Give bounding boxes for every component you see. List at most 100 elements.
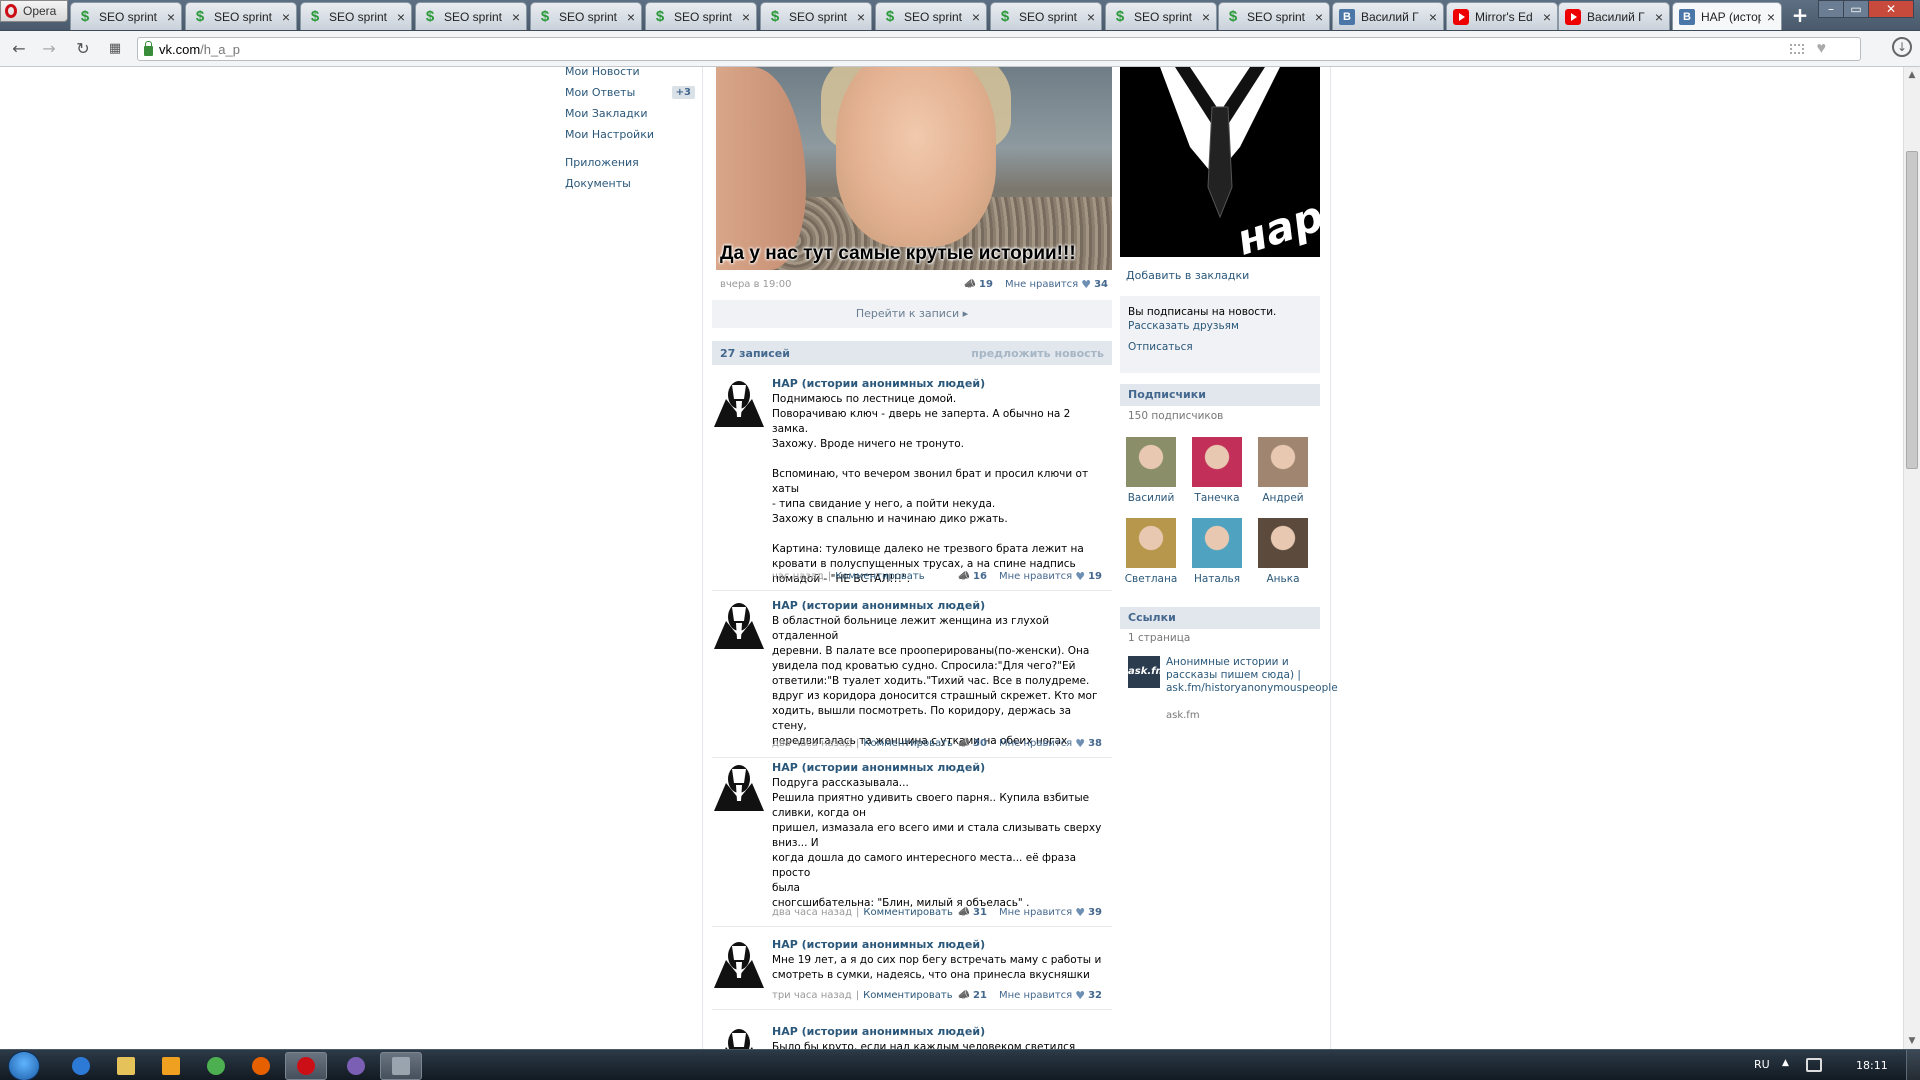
taskbar-ie[interactable] <box>60 1052 102 1080</box>
close-tab-icon[interactable]: × <box>1655 9 1663 25</box>
follower-photo[interactable] <box>1126 518 1176 568</box>
add-bookmark-link[interactable]: Добавить в закладки <box>1126 269 1249 282</box>
vertical-scrollbar[interactable]: ▲ ▼ <box>1903 67 1920 1049</box>
post-author[interactable]: НАР (истории анонимных людей) <box>772 761 985 774</box>
comment-link[interactable]: Комментировать <box>863 738 953 749</box>
follower-name[interactable]: Светлана <box>1124 573 1178 585</box>
maximize-button[interactable]: ▭ <box>1843 0 1869 18</box>
close-window-button[interactable]: ✕ <box>1868 0 1914 18</box>
like-button[interactable]: Мне нравится ♥ 39 <box>999 906 1102 919</box>
close-tab-icon[interactable]: × <box>1429 9 1437 25</box>
taskbar-firefox[interactable] <box>240 1052 282 1080</box>
author-avatar[interactable] <box>714 599 764 649</box>
tab-7[interactable]: $ SEO sprint × <box>875 2 987 30</box>
unsubscribe-link[interactable]: Отписаться <box>1128 341 1312 353</box>
follower[interactable]: Наталья <box>1190 518 1244 585</box>
share-button[interactable]: 16 <box>958 571 987 582</box>
forward-button[interactable]: → <box>38 39 60 59</box>
clock[interactable]: 18:11 <box>1856 1059 1888 1072</box>
tray-expand-icon[interactable]: ▲ <box>1782 1058 1789 1068</box>
like-button[interactable]: Мне нравится ♥ 38 <box>999 737 1102 750</box>
address-bar[interactable]: vk.com /h_a_p ♥ <box>137 37 1861 61</box>
language-indicator[interactable]: RU <box>1754 1058 1770 1071</box>
suggest-news-link[interactable]: предложить новость <box>971 347 1104 360</box>
author-avatar[interactable] <box>714 938 764 988</box>
close-tab-icon[interactable]: × <box>282 9 290 25</box>
comment-link[interactable]: Комментировать <box>863 907 953 918</box>
author-avatar[interactable] <box>714 377 764 427</box>
follower-photo[interactable] <box>1126 437 1176 487</box>
post-author[interactable]: НАР (истории анонимных людей) <box>772 377 985 390</box>
close-tab-icon[interactable]: × <box>972 9 980 25</box>
follower-name[interactable]: Анька <box>1256 573 1310 585</box>
scroll-down-arrow[interactable]: ▼ <box>1904 1033 1920 1049</box>
tab-8[interactable]: $ SEO sprint × <box>990 2 1102 30</box>
close-tab-icon[interactable]: × <box>1202 9 1210 25</box>
taskbar-window[interactable] <box>380 1052 422 1080</box>
links-header[interactable]: Ссылки <box>1120 607 1320 629</box>
close-tab-icon[interactable]: × <box>1315 9 1323 25</box>
heart-icon[interactable]: ♥ <box>1817 40 1827 58</box>
menu-item[interactable]: Документы <box>565 173 695 194</box>
follower-photo[interactable] <box>1192 437 1242 487</box>
show-desktop-button[interactable] <box>1906 1050 1920 1080</box>
tab-9[interactable]: $ SEO sprint × <box>1105 2 1217 30</box>
close-tab-icon[interactable]: × <box>742 9 750 25</box>
like-button[interactable]: Мне нравится ♥ 32 <box>999 989 1102 1002</box>
grid-icon[interactable] <box>1790 44 1804 54</box>
close-tab-icon[interactable]: × <box>512 9 520 25</box>
download-icon[interactable]: ↓ <box>1892 37 1912 57</box>
tab-1[interactable]: $ SEO sprint × <box>185 2 297 30</box>
tab-0[interactable]: $ SEO sprint × <box>70 2 182 30</box>
tab-13[interactable]: Василий Г × <box>1558 2 1670 30</box>
close-tab-icon[interactable]: × <box>627 9 635 25</box>
post-time[interactable]: два часа назад <box>772 738 852 749</box>
tell-friends-link[interactable]: Рассказать друзьям <box>1128 320 1312 332</box>
posts-count[interactable]: 27 записей <box>720 347 790 360</box>
close-tab-icon[interactable]: × <box>1767 9 1775 25</box>
followers-header[interactable]: Подписчики <box>1120 384 1320 406</box>
follower-name[interactable]: Танечка <box>1190 492 1244 504</box>
taskbar-chrome[interactable] <box>195 1052 237 1080</box>
new-tab-button[interactable]: + <box>1788 5 1812 26</box>
follower-photo[interactable] <box>1258 437 1308 487</box>
scroll-up-arrow[interactable]: ▲ <box>1904 67 1920 83</box>
menu-item[interactable]: Мои Ответы +3 <box>565 82 695 103</box>
author-avatar[interactable] <box>714 1025 764 1049</box>
close-tab-icon[interactable]: × <box>1087 9 1095 25</box>
network-icon[interactable] <box>1806 1058 1822 1072</box>
share-button[interactable]: 30 <box>958 738 987 749</box>
comment-link[interactable]: Комментировать <box>863 990 953 1001</box>
follower-name[interactable]: Василий <box>1124 492 1178 504</box>
follower-name[interactable]: Андрей <box>1256 492 1310 504</box>
reload-button[interactable]: ↻ <box>72 39 94 59</box>
close-tab-icon[interactable]: × <box>1543 9 1551 25</box>
like-button[interactable]: Мне нравится ♥ 19 <box>999 570 1102 583</box>
taskbar-opera[interactable] <box>285 1052 327 1080</box>
opera-menu-button[interactable]: Opera <box>0 0 68 22</box>
taskbar-explorer[interactable] <box>105 1052 147 1080</box>
tab-2[interactable]: $ SEO sprint × <box>300 2 412 30</box>
post-time[interactable]: вчера в 19:00 <box>720 279 792 290</box>
close-tab-icon[interactable]: × <box>397 9 405 25</box>
post-time[interactable]: два часа назад <box>772 907 852 918</box>
follower[interactable]: Танечка <box>1190 437 1244 504</box>
share-button[interactable]: 31 <box>958 907 987 918</box>
follower[interactable]: Василий <box>1124 437 1178 504</box>
post-author[interactable]: НАР (истории анонимных людей) <box>772 1025 985 1038</box>
group-avatar[interactable]: нар <box>1120 67 1320 257</box>
comment-link[interactable]: Комментировать <box>835 571 925 582</box>
follower[interactable]: Анька <box>1256 518 1310 585</box>
scroll-thumb[interactable] <box>1906 151 1918 469</box>
speed-dial-icon[interactable]: ▦ <box>104 39 126 59</box>
author-avatar[interactable] <box>714 761 764 811</box>
menu-item[interactable]: Приложения <box>565 152 695 173</box>
menu-item[interactable]: Мои Закладки <box>565 103 695 124</box>
taskbar-media[interactable] <box>150 1052 192 1080</box>
post-author[interactable]: НАР (истории анонимных людей) <box>772 599 985 612</box>
tab-3[interactable]: $ SEO sprint × <box>415 2 527 30</box>
tab-5[interactable]: $ SEO sprint × <box>645 2 757 30</box>
post-time[interactable]: час назад <box>772 571 824 582</box>
like-button[interactable]: Мне нравится ♥ 34 <box>1005 278 1108 291</box>
follower[interactable]: Светлана <box>1124 518 1178 585</box>
